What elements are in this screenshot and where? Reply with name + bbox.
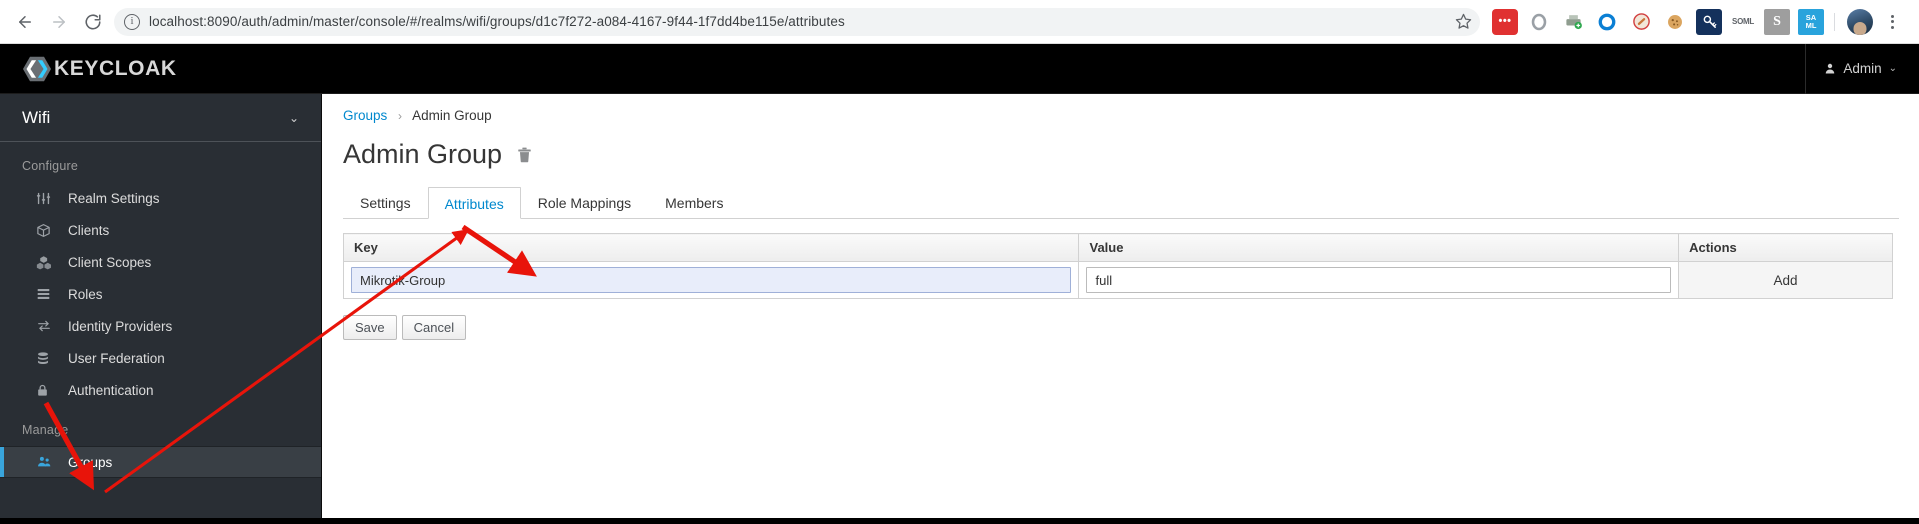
window-bottom-edge [0, 518, 1919, 524]
browser-menu-icon[interactable] [1879, 9, 1905, 35]
sidebar-item-label: Realm Settings [68, 190, 160, 206]
sidebar-item-client-scopes[interactable]: Client Scopes [0, 246, 321, 278]
chevron-down-icon: ⌄ [288, 110, 299, 125]
column-header-key: Key [342, 233, 1080, 262]
sidebar-item-label: User Federation [68, 350, 165, 366]
realm-name: Wifi [22, 107, 51, 127]
tab-role-mappings[interactable]: Role Mappings [521, 186, 648, 218]
database-icon [36, 350, 56, 366]
keycloak-masthead: KEYCLOAK Admin ⌄ [0, 43, 1919, 94]
cell-key [342, 261, 1080, 299]
back-icon[interactable] [10, 7, 40, 37]
sidebar-item-clients[interactable]: Clients [0, 214, 321, 246]
attribute-key-input[interactable] [351, 267, 1072, 293]
url-text: localhost:8090/auth/admin/master/console… [149, 14, 845, 29]
blue-circle-extension-icon[interactable] [1594, 9, 1620, 35]
attributes-table: Key Value Actions Add [342, 233, 1893, 299]
form-actions: Save Cancel [343, 315, 1919, 340]
sidebar-item-groups[interactable]: Groups [0, 446, 321, 478]
cookie-extension-icon[interactable] [1662, 9, 1688, 35]
forward-icon[interactable] [44, 7, 74, 37]
app-screen: i localhost:8090/auth/admin/master/conso… [0, 0, 1919, 524]
sidebar-item-realm-settings[interactable]: Realm Settings [0, 182, 321, 214]
sliders-icon [36, 190, 56, 206]
add-attribute-button[interactable]: Add [1768, 272, 1804, 289]
attribute-value-input[interactable] [1086, 267, 1672, 293]
table-body: Add [342, 261, 1893, 299]
printer-extension-icon[interactable] [1560, 9, 1586, 35]
column-header-actions: Actions [1678, 233, 1893, 262]
sidebar-item-authentication[interactable]: Authentication [0, 374, 321, 406]
list-icon [36, 286, 56, 302]
tab-attributes[interactable]: Attributes [427, 187, 521, 219]
keycloak-logo-icon [22, 55, 52, 83]
sidebar-item-label: Roles [68, 286, 103, 302]
keychain-extension-icon[interactable] [1696, 8, 1722, 35]
trash-icon[interactable] [516, 146, 533, 164]
adblock-extension-icon[interactable]: ••• [1492, 8, 1518, 35]
user-menu-label: Admin [1843, 61, 1882, 76]
sidebar-item-label: Identity Providers [68, 318, 173, 334]
tab-bar: Settings Attributes Role Mappings Member… [343, 186, 1899, 219]
site-info-icon[interactable]: i [124, 13, 140, 30]
page-title: Admin Group [343, 139, 503, 169]
tab-members[interactable]: Members [648, 186, 740, 218]
s-extension-label: S [1773, 13, 1781, 29]
main-content: Groups › Admin Group Admin Group Setting… [323, 94, 1919, 524]
sidebar-item-label: Client Scopes [68, 254, 152, 270]
lock-icon [36, 382, 56, 398]
profile-avatar[interactable] [1847, 8, 1873, 35]
sidebar: Wifi ⌄ Configure Realm Settings Clients [0, 94, 322, 524]
sidebar-section-label-manage: Manage [22, 423, 69, 437]
toolbar-divider [1834, 12, 1835, 31]
masthead-right: Admin ⌄ [1805, 43, 1919, 94]
user-icon [1826, 63, 1835, 74]
table-header-row: Key Value Actions [342, 233, 1893, 262]
reload-icon[interactable] [78, 7, 108, 37]
sidebar-section-configure: Configure Realm Settings Clients Client … [0, 142, 321, 406]
column-header-value: Value [1078, 233, 1680, 262]
bookmark-star-icon[interactable] [1452, 11, 1474, 33]
cube-icon [36, 222, 56, 238]
sidebar-item-label: Authentication [68, 382, 154, 398]
browser-nav-buttons [0, 7, 108, 37]
exchange-icon [36, 318, 56, 334]
realm-selector[interactable]: Wifi ⌄ [0, 94, 321, 142]
users-icon [36, 454, 56, 470]
sidebar-section-manage: Manage Groups [0, 406, 321, 478]
sidebar-item-user-federation[interactable]: User Federation [0, 342, 321, 374]
tab-settings[interactable]: Settings [343, 186, 428, 218]
sidebar-item-label: Groups [68, 454, 113, 470]
cell-actions: Add [1678, 261, 1893, 299]
blocks-icon [36, 254, 56, 270]
breadcrumb-current: Admin Group [412, 108, 492, 123]
s-extension-icon[interactable]: S [1764, 8, 1790, 35]
save-button[interactable]: Save [343, 315, 397, 340]
address-bar[interactable]: i localhost:8090/auth/admin/master/conso… [114, 7, 1480, 36]
blocker-extension-icon[interactable] [1628, 9, 1654, 35]
cell-value [1078, 261, 1680, 299]
sidebar-item-label: Clients [68, 222, 110, 238]
breadcrumb-link-groups[interactable]: Groups [343, 108, 387, 123]
browser-toolbar: i localhost:8090/auth/admin/master/conso… [0, 0, 1919, 44]
table-row: Add [342, 261, 1893, 299]
breadcrumb-separator: › [398, 109, 403, 123]
table-head: Key Value Actions [342, 233, 1893, 262]
user-menu[interactable]: Admin ⌄ [1805, 43, 1919, 94]
sidebar-item-identity-providers[interactable]: Identity Providers [0, 310, 321, 342]
sidebar-item-roles[interactable]: Roles [0, 278, 321, 310]
saml-extension-icon[interactable]: SA ML [1798, 8, 1824, 35]
keycloak-logo[interactable]: KEYCLOAK [22, 55, 177, 83]
soml-extension-icon[interactable]: SOML [1730, 9, 1756, 35]
sidebar-section-label-configure: Configure [22, 159, 78, 173]
extensions-strip: ••• SOML S SA ML [1488, 8, 1919, 35]
breadcrumb: Groups › Admin Group [323, 94, 1919, 123]
opera-ring-extension-icon[interactable] [1526, 9, 1552, 35]
cancel-button[interactable]: Cancel [401, 315, 467, 340]
soml-extension-label: SOML [1732, 17, 1754, 26]
chevron-down-icon: ⌄ [1888, 63, 1897, 74]
keycloak-brand-text: KEYCLOAK [54, 56, 177, 80]
page-header: Admin Group [323, 123, 1919, 170]
